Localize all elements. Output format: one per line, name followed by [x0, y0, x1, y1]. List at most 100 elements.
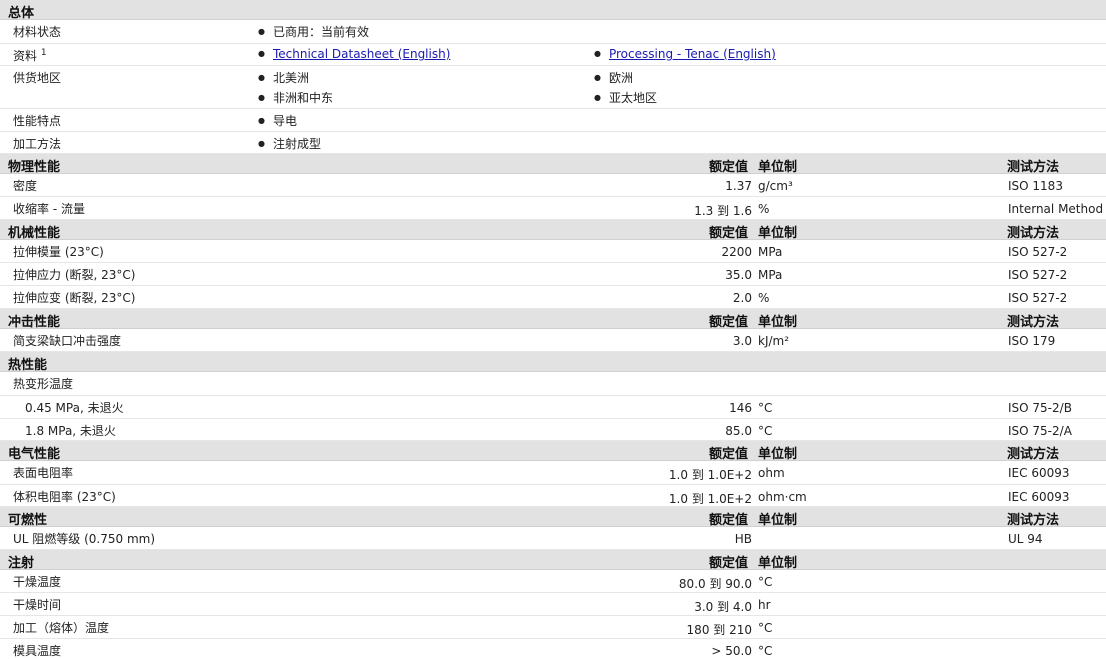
property-row: 表面电阻率 1.0 到 1.0E+2 ohm IEC 60093 — [0, 461, 1106, 485]
doc-link-item: Technical Datasheet (English) — [258, 47, 450, 61]
nominal-value: 80.0 到 90.0 — [678, 577, 752, 591]
nominal-value: 35.0 — [725, 268, 752, 282]
nominal-value: > 50.0 — [711, 644, 752, 658]
section-header-injection: 注射 额定值 单位制 — [0, 550, 1106, 571]
nominal-value: 1.0 到 1.0E+2 — [668, 492, 752, 506]
row-regions: 供货地区 北美洲 欧洲 非洲和中东 亚太地区 — [0, 66, 1106, 109]
unit-value: % — [758, 291, 770, 305]
nominal-header: 额定值 — [709, 315, 749, 330]
test-method-header: 测试方法 — [1007, 513, 1060, 528]
unit-value: % — [758, 202, 770, 216]
processing-guide-link[interactable]: Processing - Tenac (English) — [609, 47, 776, 61]
property-row: 1.8 MPa, 未退火 85.0 °C ISO 75-2/A — [0, 419, 1106, 441]
status-value: 已商用：当前有效 — [258, 23, 369, 40]
nominal-value: 1.37 — [725, 179, 752, 193]
property-row: 拉伸应变 (断裂, 23°C) 2.0 % ISO 527-2 — [0, 286, 1106, 309]
property-label: 拉伸模量 (23°C) — [13, 245, 104, 259]
property-row: 0.45 MPa, 未退火 146 °C ISO 75-2/B — [0, 396, 1106, 419]
row-process-method: 加工方法 注射成型 — [0, 132, 1106, 154]
unit-value: MPa — [758, 245, 783, 259]
test-method: UL 94 — [1008, 532, 1043, 546]
unit-value: °C — [758, 401, 773, 415]
property-row: UL 阻燃等级 (0.750 mm) HB UL 94 — [0, 527, 1106, 550]
property-row: 干燥温度 80.0 到 90.0 °C — [0, 570, 1106, 593]
test-method-header: 测试方法 — [1007, 160, 1060, 175]
section-title: 热性能 — [8, 358, 48, 373]
unit-value: °C — [758, 621, 773, 635]
region-item: 北美洲 — [258, 69, 309, 86]
unit-value: g/cm³ — [758, 179, 793, 193]
test-method: ISO 527-2 — [1008, 268, 1068, 282]
section-title: 注射 — [8, 556, 35, 571]
unit-header: 单位制 — [758, 226, 798, 241]
unit-header: 单位制 — [758, 160, 798, 175]
test-method-header: 测试方法 — [1007, 315, 1060, 330]
property-row: 拉伸模量 (23°C) 2200 MPa ISO 527-2 — [0, 240, 1106, 263]
row-label: 供货地区 — [13, 71, 62, 85]
nominal-value: 85.0 — [725, 424, 752, 438]
section-header-impact: 冲击性能 额定值 单位制 测试方法 — [0, 309, 1106, 330]
technical-datasheet-link[interactable]: Technical Datasheet (English) — [273, 47, 450, 61]
unit-value: kJ/m² — [758, 334, 790, 348]
row-documents: 资料 1 Technical Datasheet (English) Proce… — [0, 44, 1106, 66]
property-label: 表面电阻率 — [13, 466, 74, 480]
nominal-value: HB — [734, 532, 752, 546]
row-label: 加工方法 — [13, 137, 62, 151]
test-method: ISO 527-2 — [1008, 245, 1068, 259]
test-method: Internal Method — [1008, 202, 1104, 216]
property-label: 简支梁缺口冲击强度 — [13, 334, 122, 348]
unit-value: ohm·cm — [758, 490, 807, 504]
datasheet: 总体 材料状态 已商用：当前有效 资料 1 Technical Datashee… — [0, 0, 1106, 659]
property-label: 密度 — [13, 179, 38, 193]
property-label: 干燥温度 — [13, 575, 62, 589]
nominal-header: 额定值 — [709, 556, 749, 571]
property-group-row: 热变形温度 — [0, 372, 1106, 396]
section-header-physical: 物理性能 额定值 单位制 测试方法 — [0, 154, 1106, 175]
section-title: 总体 — [8, 6, 35, 21]
property-row: 体积电阻率 (23°C) 1.0 到 1.0E+2 ohm·cm IEC 600… — [0, 485, 1106, 507]
nominal-value: 1.0 到 1.0E+2 — [668, 468, 752, 482]
test-method: ISO 75-2/A — [1008, 424, 1072, 438]
property-label: 拉伸应力 (断裂, 23°C) — [13, 268, 136, 282]
property-row: 收缩率 - 流量 1.3 到 1.6 % Internal Method — [0, 197, 1106, 220]
nominal-value: 3.0 — [732, 334, 752, 348]
unit-value: °C — [758, 424, 773, 438]
test-method: ISO 1183 — [1008, 179, 1063, 193]
region-item: 非洲和中东 — [258, 89, 333, 106]
property-label: 0.45 MPa, 未退火 — [25, 401, 124, 415]
test-method: IEC 60093 — [1008, 490, 1070, 504]
unit-value: ohm — [758, 466, 785, 480]
section-header-mechanical: 机械性能 额定值 单位制 测试方法 — [0, 220, 1106, 241]
nominal-value: 146 — [729, 401, 752, 415]
region-item: 亚太地区 — [594, 89, 657, 106]
nominal-value: 180 到 210 — [686, 623, 752, 637]
property-row: 拉伸应力 (断裂, 23°C) 35.0 MPa ISO 527-2 — [0, 263, 1106, 286]
property-label: 体积电阻率 (23°C) — [13, 490, 116, 504]
property-label: 收缩率 - 流量 — [13, 202, 85, 216]
feature-item: 导电 — [258, 112, 297, 129]
property-row: 简支梁缺口冲击强度 3.0 kJ/m² ISO 179 — [0, 329, 1106, 352]
test-method: IEC 60093 — [1008, 466, 1070, 480]
footnote-marker: 1 — [40, 48, 47, 58]
section-title: 机械性能 — [8, 226, 61, 241]
section-title: 物理性能 — [8, 160, 61, 175]
unit-value: hr — [758, 598, 771, 612]
nominal-value: 2200 — [721, 245, 752, 259]
unit-header: 单位制 — [758, 447, 798, 462]
test-method: ISO 179 — [1008, 334, 1056, 348]
unit-header: 单位制 — [758, 315, 798, 330]
test-method-header: 测试方法 — [1007, 226, 1060, 241]
property-row: 模具温度 > 50.0 °C — [0, 639, 1106, 659]
section-title: 可燃性 — [8, 513, 48, 528]
section-title: 冲击性能 — [8, 315, 61, 330]
section-header-thermal: 热性能 — [0, 352, 1106, 373]
property-label: 拉伸应变 (断裂, 23°C) — [13, 291, 136, 305]
property-row: 密度 1.37 g/cm³ ISO 1183 — [0, 174, 1106, 197]
row-label: 材料状态 — [13, 25, 62, 39]
region-item: 欧洲 — [594, 69, 633, 86]
section-header-flammability: 可燃性 额定值 单位制 测试方法 — [0, 507, 1106, 528]
section-header-electrical: 电气性能 额定值 单位制 测试方法 — [0, 441, 1106, 462]
property-row: 干燥时间 3.0 到 4.0 hr — [0, 593, 1106, 616]
section-header-general: 总体 — [0, 0, 1106, 21]
nominal-header: 额定值 — [709, 226, 749, 241]
